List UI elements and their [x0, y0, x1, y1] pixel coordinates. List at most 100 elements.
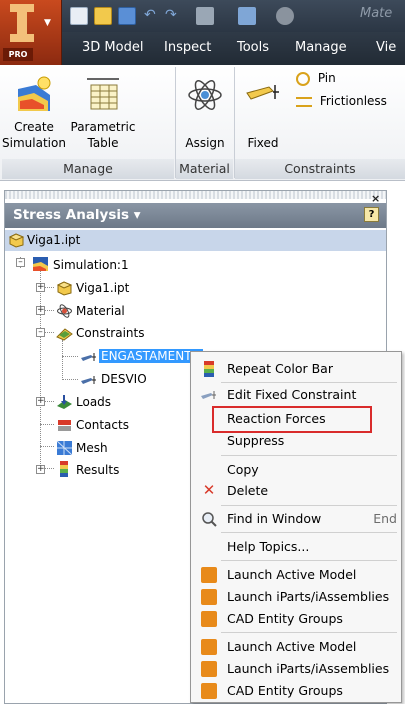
undo-icon[interactable]: ↶ — [144, 7, 162, 25]
menu-item-suppress[interactable]: Suppress — [191, 430, 401, 452]
parametric-table-button[interactable]: Parametric Table — [66, 75, 140, 151]
menu-item-launch-active-model[interactable]: Launch Active Model — [191, 564, 401, 586]
expand-material-toggle[interactable]: + — [36, 306, 45, 315]
fixed-label: Fixed — [247, 136, 279, 150]
create-simulation-button[interactable]: Create Simulation — [2, 75, 66, 151]
menu-separator — [221, 632, 397, 633]
menu-label: Help Topics... — [227, 539, 310, 554]
new-file-icon[interactable] — [70, 7, 88, 25]
ribbon-tab-bar: 3D Model Inspect Tools Manage Vie — [62, 32, 405, 65]
menu-separator — [221, 560, 397, 561]
material-label: Material — [76, 304, 125, 318]
menu-item-launch-active-model[interactable]: Launch Active Model — [191, 636, 401, 658]
menu-item-help-topics[interactable]: Help Topics... — [191, 536, 401, 558]
frictionless-constraint-button[interactable]: Frictionless — [296, 93, 405, 109]
menu-label: Find in Window — [227, 511, 322, 526]
menu-label: Launch Active Model — [227, 567, 357, 582]
fixed-constraint-button[interactable]: Fixed — [236, 75, 290, 151]
engastamento-label: ENGASTAMENTO — [99, 349, 203, 363]
select-icon[interactable] — [238, 7, 256, 25]
tab-inspect[interactable]: Inspect — [164, 40, 211, 55]
assign-material-button[interactable]: Assign — [178, 75, 232, 151]
tree-line — [62, 379, 78, 380]
menu-separator — [221, 455, 397, 456]
home-view-icon[interactable] — [196, 7, 214, 25]
fixed-constraint-icon — [201, 391, 216, 399]
menu-label: Launch Active Model — [227, 639, 357, 654]
tree-line — [62, 340, 63, 380]
launch-icon — [201, 567, 217, 583]
menu-item-edit-fixed-constraint[interactable]: Edit Fixed Constraint — [191, 384, 401, 406]
menu-separator — [221, 532, 397, 533]
pin-icon — [296, 71, 310, 86]
menu-item-delete[interactable]: ✕ Delete — [191, 480, 401, 502]
tab-3d-model[interactable]: 3D Model — [82, 40, 143, 55]
menu-item-copy[interactable]: Copy — [191, 459, 401, 481]
launch-icon — [201, 611, 217, 627]
menu-label: CAD Entity Groups — [227, 683, 343, 698]
pin-label: Pin — [317, 71, 336, 85]
material-selector[interactable]: Mate — [360, 6, 392, 21]
fixed-constraint-icon — [81, 376, 96, 384]
browser-title[interactable]: Stress Analysis ▾ — [5, 203, 386, 228]
menu-item-launch-iparts[interactable]: Launch iParts/iAssemblies — [191, 658, 401, 680]
pro-badge: PRO — [3, 48, 33, 61]
constraints-label: Constraints — [76, 326, 145, 340]
help-icon[interactable]: ? — [364, 207, 379, 222]
menu-label: CAD Entity Groups — [227, 611, 343, 626]
expand-results-toggle[interactable]: + — [36, 465, 45, 474]
redo-icon[interactable]: ↷ — [165, 7, 183, 25]
launch-icon — [201, 589, 217, 605]
pin-constraint-button[interactable]: Pin — [296, 70, 396, 86]
menu-item-launch-iparts[interactable]: Launch iParts/iAssemblies — [191, 586, 401, 608]
panel-grip[interactable] — [5, 191, 386, 199]
part-icon — [56, 281, 73, 296]
menu-item-cad-entity-groups[interactable]: CAD Entity Groups — [191, 608, 401, 630]
delete-icon: ✕ — [202, 481, 216, 499]
ribbon-panel: Create Simulation Parametric Table Assig… — [0, 65, 405, 181]
save-icon[interactable] — [118, 7, 136, 25]
browser-root-row[interactable]: Viga1.ipt — [5, 230, 386, 251]
menu-item-cad-entity-groups[interactable]: CAD Entity Groups — [191, 680, 401, 702]
group-material-label: Material — [176, 159, 233, 179]
tree-line — [62, 356, 78, 357]
loads-icon — [57, 395, 72, 409]
simulation-label: Simulation:1 — [53, 258, 129, 272]
part-icon — [8, 233, 25, 248]
collapse-simulation-toggle[interactable]: – — [16, 258, 25, 267]
parametric-table-label-line2: Table — [87, 136, 119, 150]
menu-separator — [221, 382, 397, 383]
tab-tools[interactable]: Tools — [237, 40, 269, 55]
material-icon — [57, 304, 72, 318]
open-folder-icon[interactable] — [94, 7, 112, 25]
mesh-icon — [56, 440, 73, 456]
mesh-label: Mesh — [76, 441, 108, 455]
create-simulation-label-line1: Create — [14, 120, 54, 134]
tab-view[interactable]: Vie — [376, 40, 396, 55]
menu-label: Copy — [227, 462, 259, 477]
menu-label: Launch iParts/iAssemblies — [227, 661, 390, 676]
constraints-icon — [56, 328, 73, 341]
context-menu: Repeat Color Bar Edit Fixed Constraint R… — [190, 351, 402, 703]
tab-manage[interactable]: Manage — [295, 40, 347, 55]
menu-item-find-in-window[interactable]: Find in Window End — [191, 508, 401, 530]
launch-icon — [201, 661, 217, 677]
expand-part-toggle[interactable]: + — [36, 283, 45, 292]
launch-icon — [201, 683, 217, 699]
appearance-icon[interactable] — [276, 7, 294, 25]
contacts-label: Contacts — [76, 418, 129, 432]
tree-line — [40, 268, 41, 468]
frictionless-icon — [296, 96, 312, 107]
atom-icon — [188, 80, 222, 110]
application-menu-button[interactable]: ▼ PRO — [0, 0, 62, 65]
reaction-forces-highlight-box — [212, 406, 372, 433]
expand-loads-toggle[interactable]: + — [36, 397, 45, 406]
chevron-down-icon: ▼ — [44, 18, 51, 28]
color-bar-icon — [204, 361, 214, 377]
menu-separator — [221, 505, 397, 506]
fixed-constraint-icon — [246, 85, 279, 100]
menu-item-repeat-color-bar[interactable]: Repeat Color Bar — [191, 358, 401, 380]
desvio-label: DESVIO — [101, 372, 147, 386]
collapse-constraints-toggle[interactable]: – — [36, 328, 45, 337]
part-label: Viga1.ipt — [76, 281, 130, 295]
